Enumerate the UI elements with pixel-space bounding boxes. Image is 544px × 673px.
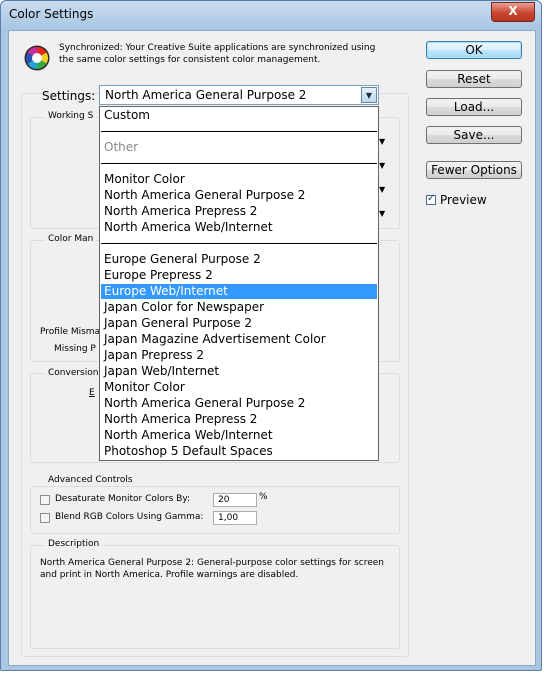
save-button-label: Save... (453, 128, 495, 142)
dropdown-separator (101, 163, 377, 164)
blend-gamma-input[interactable]: 1,00 (213, 511, 257, 525)
desaturate-value-input[interactable]: 20 (213, 493, 257, 507)
title-bar[interactable]: Color Settings X (1, 1, 541, 29)
dropdown-item[interactable]: North America General Purpose 2 (101, 188, 377, 203)
reset-button[interactable]: Reset (426, 70, 522, 88)
dropdown-item[interactable]: Monitor Color (101, 172, 377, 187)
preview-checkbox[interactable] (426, 193, 436, 205)
dropdown-item[interactable]: Photoshop 5 Default Spaces (101, 444, 377, 459)
dropdown-item[interactable]: Japan Web/Internet (101, 364, 377, 379)
color-settings-dialog: Color Settings X Synchronized: Your Crea… (0, 0, 542, 671)
blend-rgb-label: Blend RGB Colors Using Gamma: (55, 512, 204, 522)
window-title: Color Settings (9, 7, 94, 21)
blend-rgb-checkbox[interactable] (40, 513, 50, 523)
desaturate-label: Desaturate Monitor Colors By: (55, 494, 191, 504)
preview-label: Preview (440, 193, 487, 207)
dropdown-item[interactable]: Japan General Purpose 2 (101, 316, 377, 331)
dropdown-item[interactable]: Monitor Color (101, 380, 377, 395)
working-spot-dropdown-arrow[interactable]: ▼ (379, 210, 387, 218)
working-spaces-label: Working S (45, 111, 97, 121)
dropdown-separator (101, 131, 377, 132)
profile-mismatches-label: Profile Misma (40, 327, 101, 337)
advanced-controls-label: Advanced Controls (45, 475, 136, 485)
conversion-options-label: Conversion (45, 368, 102, 378)
missing-profiles-label: Missing P (54, 344, 96, 354)
settings-dropdown-list: Custom Other Monitor Color North America Ge… (99, 106, 379, 461)
dropdown-item[interactable]: Japan Magazine Advertisement Color (101, 332, 377, 347)
settings-label: Settings: (42, 89, 96, 103)
dropdown-item: Other (104, 140, 139, 154)
dialog-body: Synchronized: Your Creative Suite applic… (8, 30, 536, 666)
close-button[interactable]: X (491, 2, 535, 22)
load-button[interactable]: Load... (426, 98, 522, 116)
ok-button[interactable]: OK (426, 41, 522, 59)
dropdown-item[interactable]: North America General Purpose 2 (101, 396, 377, 411)
dropdown-item[interactable]: North America Prepress 2 (101, 412, 377, 427)
dropdown-item[interactable]: North America Prepress 2 (101, 204, 377, 219)
dropdown-item[interactable]: Europe General Purpose 2 (101, 252, 377, 267)
save-button[interactable]: Save... (426, 126, 522, 144)
engine-label-fragment: E (89, 388, 95, 398)
dropdown-item[interactable]: Custom (101, 108, 377, 123)
desaturate-unit: % (259, 492, 268, 502)
dropdown-item[interactable]: Japan Color for Newspaper (101, 300, 377, 315)
working-gray-dropdown-arrow[interactable]: ▼ (379, 186, 387, 194)
settings-selected-value: North America General Purpose 2 (105, 88, 307, 102)
working-cmyk-dropdown-arrow[interactable]: ▼ (379, 162, 387, 170)
sync-status-text: Synchronized: Your Creative Suite applic… (59, 43, 376, 65)
color-wheel-icon (24, 45, 50, 71)
dropdown-item[interactable]: Europe Prepress 2 (101, 268, 377, 283)
working-rgb-dropdown-arrow[interactable]: ▼ (379, 138, 387, 146)
fewer-options-button[interactable]: Fewer Options (426, 161, 522, 179)
dropdown-item[interactable]: North America Web/Internet (101, 428, 377, 443)
color-management-label: Color Man (45, 234, 97, 244)
dropdown-item[interactable]: North America Web/Internet (101, 220, 377, 235)
dropdown-separator (101, 243, 377, 244)
desaturate-checkbox[interactable] (40, 495, 50, 505)
dropdown-item[interactable]: Europe Web/Internet (101, 284, 377, 299)
description-label: Description (45, 539, 103, 549)
settings-select[interactable]: North America General Purpose 2 ▼ (99, 85, 379, 105)
description-text: North America General Purpose 2: General… (40, 558, 385, 580)
chevron-down-icon[interactable]: ▼ (361, 87, 377, 103)
dropdown-item[interactable]: Japan Prepress 2 (101, 348, 377, 363)
load-button-label: Load... (453, 100, 495, 114)
engine-label-text: E (89, 388, 95, 398)
